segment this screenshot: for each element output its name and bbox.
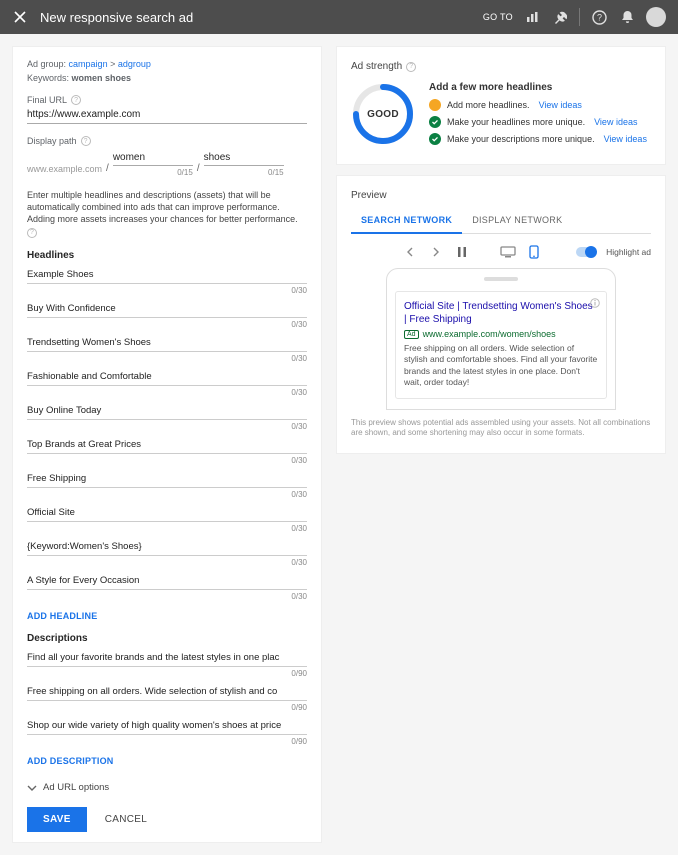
description-input[interactable]: Shop our wide variety of high quality wo… [27, 720, 307, 735]
status-dot-icon [429, 116, 441, 128]
char-counter: 0/30 [27, 456, 307, 465]
help-icon[interactable]: ? [27, 228, 37, 238]
status-dot-icon [429, 133, 441, 145]
help-icon[interactable]: ? [71, 95, 81, 105]
help-icon[interactable]: ? [81, 136, 91, 146]
char-counter: 0/90 [27, 669, 307, 678]
char-counter: 0/30 [27, 524, 307, 533]
char-counter: 0/30 [27, 320, 307, 329]
view-ideas-link[interactable]: View ideas [594, 117, 637, 127]
display-path-domain: www.example.com [27, 164, 102, 177]
headline-input[interactable]: {Keyword:Women's Shoes} [27, 541, 307, 556]
display-path-label: Display path? [27, 136, 307, 146]
headline-input[interactable]: Official Site [27, 507, 307, 522]
display-path-2[interactable]: shoes [204, 150, 284, 166]
mobile-icon[interactable] [526, 244, 542, 260]
avatar[interactable] [646, 7, 666, 27]
preview-title: Preview [351, 190, 651, 201]
char-counter: 0/90 [27, 703, 307, 712]
tab-search-network[interactable]: SEARCH NETWORK [351, 209, 462, 234]
char-counter: 0/30 [27, 558, 307, 567]
char-counter: 0/30 [27, 490, 307, 499]
char-counter: 0/30 [27, 422, 307, 431]
desktop-icon[interactable] [500, 244, 516, 260]
char-counter: 0/30 [27, 388, 307, 397]
headline-input[interactable]: Buy Online Today [27, 405, 307, 420]
char-counter: 0/15 [204, 168, 284, 177]
status-dot-icon [429, 99, 441, 111]
headline-input[interactable]: Fashionable and Comfortable [27, 371, 307, 386]
final-url-label: Final URL? [27, 95, 307, 105]
intro-text: Enter multiple headlines and description… [27, 189, 307, 238]
add-headline-button[interactable]: ADD HEADLINE [27, 611, 307, 621]
view-ideas-link[interactable]: View ideas [604, 134, 647, 144]
breadcrumb-label: Ad group: [27, 59, 66, 69]
headlines-heading: Headlines [27, 250, 307, 261]
ad-strength-gauge: GOOD [351, 82, 415, 146]
char-counter: 0/30 [27, 286, 307, 295]
pause-icon[interactable] [454, 244, 470, 260]
notifications-icon[interactable] [618, 8, 636, 26]
add-description-button[interactable]: ADD DESCRIPTION [27, 756, 307, 766]
description-input[interactable]: Free shipping on all orders. Wide select… [27, 686, 307, 701]
view-ideas-link[interactable]: View ideas [539, 100, 582, 110]
separator [579, 8, 580, 26]
recommendation-text: Make your headlines more unique. [447, 117, 585, 127]
ad-preview: Official Site | Trendsetting Women's Sho… [395, 291, 607, 399]
ad-badge: Ad [404, 330, 419, 339]
help-icon[interactable]: ? [590, 8, 608, 26]
keywords-row: Keywords: women shoes [27, 73, 307, 83]
headline-input[interactable]: Free Shipping [27, 473, 307, 488]
reports-icon[interactable] [523, 8, 541, 26]
breadcrumb-campaign[interactable]: campaign [69, 59, 108, 69]
preview-tabs: SEARCH NETWORK DISPLAY NETWORK [351, 209, 651, 234]
highlight-toggle[interactable] [576, 247, 596, 257]
recommendation-text: Add more headlines. [447, 100, 530, 110]
chevron-down-icon [27, 783, 37, 793]
ad-strength-card: Ad strength? GOOD Add a few more headlin… [336, 46, 666, 165]
headline-input[interactable]: Trendsetting Women's Shoes [27, 337, 307, 352]
cancel-button[interactable]: CANCEL [105, 814, 147, 825]
prev-icon[interactable] [402, 244, 418, 260]
goto-button[interactable]: GO TO [483, 12, 513, 22]
ad-headline: Official Site | Trendsetting Women's Sho… [404, 300, 598, 326]
headline-input[interactable]: Top Brands at Great Prices [27, 439, 307, 454]
svg-text:?: ? [596, 12, 601, 22]
breadcrumb-adgroup[interactable]: adgroup [118, 59, 151, 69]
top-bar: New responsive search ad GO TO ? [0, 0, 678, 34]
device-frame: Official Site | Trendsetting Women's Sho… [386, 268, 616, 410]
ad-strength-title: Ad strength [351, 61, 402, 72]
char-counter: 0/90 [27, 737, 307, 746]
recommendations-title: Add a few more headlines [429, 82, 651, 93]
display-path-1[interactable]: women [113, 150, 193, 166]
headline-input[interactable]: Buy With Confidence [27, 303, 307, 318]
save-button[interactable]: SAVE [27, 807, 87, 832]
info-icon[interactable] [590, 298, 600, 308]
ad-strength-value: GOOD [351, 82, 415, 146]
char-counter: 0/15 [113, 168, 193, 177]
preview-disclaimer: This preview shows potential ads assembl… [351, 418, 651, 439]
help-icon[interactable]: ? [406, 62, 416, 72]
headline-input[interactable]: A Style for Every Occasion [27, 575, 307, 590]
tools-icon[interactable] [551, 8, 569, 26]
keywords-value: women shoes [72, 73, 132, 83]
editor-card: Ad group: campaign > adgroup Keywords: w… [12, 46, 322, 843]
description-input[interactable]: Find all your favorite brands and the la… [27, 652, 307, 667]
headline-input[interactable]: Example Shoes [27, 269, 307, 284]
final-url-input[interactable]: https://www.example.com [27, 105, 307, 124]
ad-description: Free shipping on all orders. Wide select… [404, 343, 598, 389]
close-icon[interactable] [12, 9, 28, 25]
breadcrumb: Ad group: campaign > adgroup [27, 59, 307, 69]
ad-url-options-toggle[interactable]: Ad URL options [27, 782, 307, 793]
char-counter: 0/30 [27, 354, 307, 363]
recommendation-text: Make your descriptions more unique. [447, 134, 595, 144]
preview-card: Preview SEARCH NETWORK DISPLAY NETWORK H… [336, 175, 666, 454]
char-counter: 0/30 [27, 592, 307, 601]
page-title: New responsive search ad [40, 10, 483, 25]
tab-display-network[interactable]: DISPLAY NETWORK [462, 209, 572, 233]
highlight-label: Highlight ad [606, 247, 651, 257]
descriptions-heading: Descriptions [27, 633, 307, 644]
ad-display-url: www.example.com/women/shoes [423, 329, 556, 339]
next-icon[interactable] [428, 244, 444, 260]
